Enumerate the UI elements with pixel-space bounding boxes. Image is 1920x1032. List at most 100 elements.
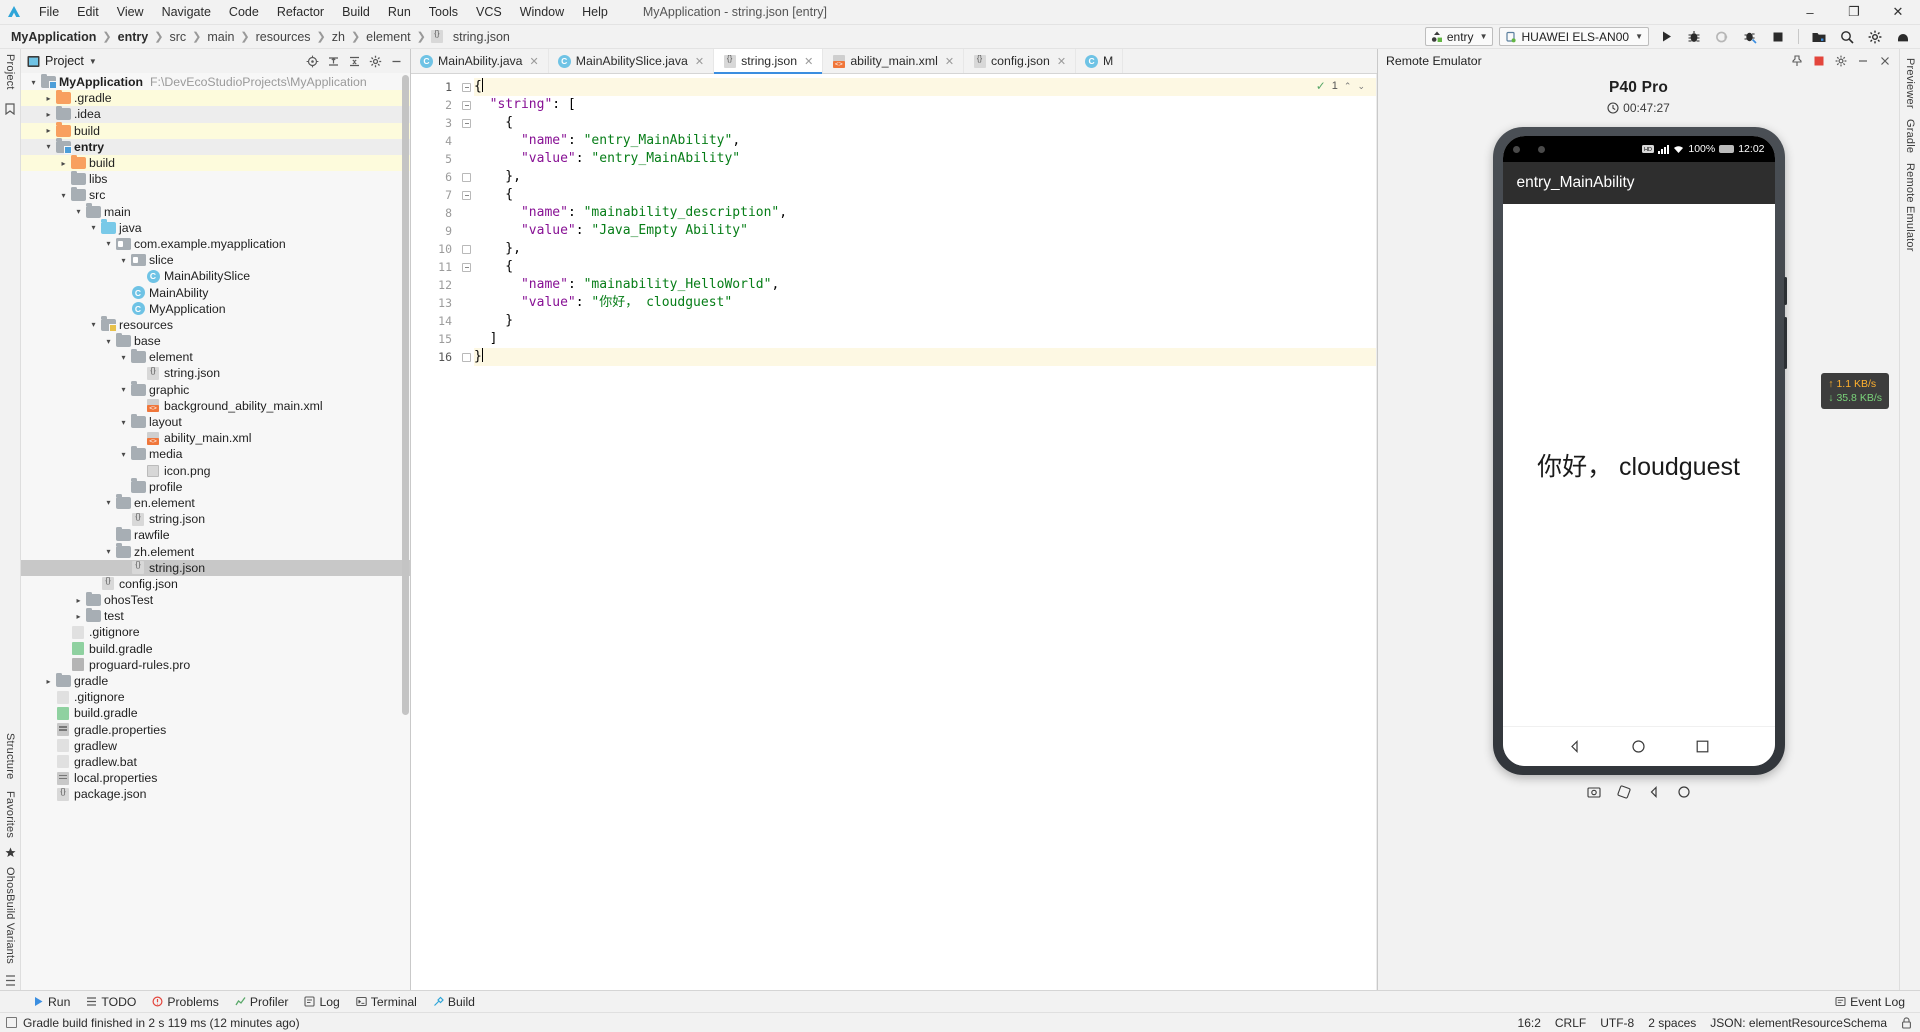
breadcrumb-main[interactable]: main (204, 29, 237, 45)
tree-node-gradlew-bat[interactable]: gradlew.bat (21, 754, 410, 770)
chevron-down-icon[interactable]: ▾ (117, 385, 130, 394)
toolwindow-run[interactable]: Run (26, 994, 77, 1010)
tree-node-gradle[interactable]: ▸ .gradle (21, 89, 410, 107)
home-icon[interactable] (1677, 785, 1691, 799)
fold-marker-open[interactable] (459, 114, 474, 132)
code-line[interactable]: { (474, 78, 1377, 96)
rail-item-remote-emulator[interactable]: Remote Emulator (1904, 158, 1916, 257)
fold-marker-open[interactable] (459, 96, 474, 114)
rail-item-project[interactable]: Project (4, 49, 16, 95)
rail-item-structure[interactable]: Structure (4, 728, 16, 784)
chevron-down-icon[interactable]: ▾ (117, 418, 130, 427)
inspection-widget[interactable]: ✓ 1 ⌃ ⌄ (1316, 79, 1365, 93)
toolwindow-build[interactable]: Build (426, 994, 482, 1010)
menu-code[interactable]: Code (220, 3, 268, 21)
tree-node-build-gradle[interactable]: build.gradle (21, 641, 410, 657)
code-line[interactable]: ] (474, 330, 1377, 348)
tree-node-gradle-properties[interactable]: gradle.properties (21, 722, 410, 738)
tree-node-rawfile[interactable]: rawfile (21, 526, 410, 543)
tree-node-en-element[interactable]: ▾ en.element (21, 494, 410, 511)
tree-node-src[interactable]: ▾ src (21, 186, 410, 203)
tree-node-layout[interactable]: ▾ layout (21, 413, 410, 430)
chevron-down-icon[interactable]: ▾ (57, 191, 70, 200)
editor-tab-config-json[interactable]: config.json ✕ (964, 49, 1077, 73)
breadcrumb-src[interactable]: src (166, 29, 189, 45)
chevron-down-icon[interactable]: ▾ (87, 320, 100, 329)
editor-tab-m[interactable]: CM (1076, 49, 1124, 73)
tree-node-base[interactable]: ▾ base (21, 332, 410, 349)
tree-node-ability-main-xml[interactable]: ability_main.xml (21, 430, 410, 446)
chevron-right-icon[interactable]: ▸ (72, 596, 85, 605)
close-button[interactable]: ✕ (1876, 0, 1920, 25)
screenshot-icon[interactable] (1586, 785, 1601, 799)
close-icon[interactable]: ✕ (1057, 55, 1066, 68)
tree-node-config-json[interactable]: config.json (21, 576, 410, 592)
file-encoding[interactable]: UTF-8 (1600, 1016, 1634, 1030)
code-line[interactable]: "string": [ (474, 96, 1377, 114)
breadcrumb-element[interactable]: element (363, 29, 413, 45)
editor-content[interactable]: 1 2 3 4 5 6 7 8 9 10 11 12 13 14 15 16 { "string": [ { … (411, 74, 1377, 990)
tree-node-package-json[interactable]: package.json (21, 786, 410, 802)
tree-node-element[interactable]: ▾ element (21, 348, 410, 365)
tree-node-myapplication[interactable]: ▾ MyApplication F:\DevEcoStudioProjects\My… (21, 73, 410, 90)
recents-icon[interactable] (1695, 739, 1710, 754)
breadcrumb-entry[interactable]: entry (115, 29, 152, 45)
chevron-down-icon[interactable]: ⌄ (1357, 81, 1365, 92)
code-folding-gutter[interactable] (459, 74, 474, 990)
menu-navigate[interactable]: Navigate (153, 3, 220, 21)
tree-node-gitignore[interactable]: .gitignore (21, 689, 410, 705)
rail-item-gradle[interactable]: Gradle (1904, 114, 1916, 158)
code-line[interactable]: "name": "mainability_description", (474, 204, 1377, 222)
menu-edit[interactable]: Edit (68, 3, 108, 21)
code-line[interactable]: "name": "mainability_HelloWorld", (474, 276, 1377, 294)
code-line[interactable]: { (474, 186, 1377, 204)
settings-icon[interactable] (365, 51, 385, 71)
code-line[interactable]: } (474, 312, 1377, 330)
chevron-right-icon[interactable]: ▸ (57, 159, 70, 168)
chevron-down-icon[interactable]: ▾ (102, 498, 115, 507)
fold-marker-close[interactable] (459, 168, 474, 186)
chevron-down-icon[interactable]: ▼ (89, 57, 97, 66)
code-text[interactable]: { "string": [ { "name": "entry_MainAbili… (474, 74, 1377, 990)
device-selector[interactable]: HUAWEI ELS-AN00 ▼ (1499, 27, 1649, 46)
chevron-right-icon[interactable]: ▸ (42, 126, 55, 135)
settings-icon[interactable] (1831, 51, 1851, 71)
collapse-all-icon[interactable] (344, 51, 364, 71)
tree-node-gradle[interactable]: ▸ gradle (21, 672, 410, 689)
chevron-down-icon[interactable]: ▾ (87, 223, 100, 232)
tree-node-mainability[interactable]: C MainAbility (21, 284, 410, 300)
attach-debugger-icon[interactable] (1711, 27, 1733, 47)
code-line[interactable]: "name": "entry_MainAbility", (474, 132, 1377, 150)
run-configuration-selector[interactable]: entry ▼ (1424, 27, 1494, 46)
editor-tab-mainabilityslice-java[interactable]: C MainAbilitySlice.java ✕ (549, 49, 715, 73)
menu-refactor[interactable]: Refactor (268, 3, 333, 21)
rail-item-favorites[interactable]: Favorites (4, 786, 16, 843)
hide-icon[interactable] (386, 51, 406, 71)
breadcrumb-myapplication[interactable]: MyApplication (8, 29, 99, 45)
breadcrumb-stringjson[interactable]: string.json (450, 29, 513, 45)
chevron-right-icon[interactable]: ▸ (72, 612, 85, 621)
toolwindow-todo[interactable]: TODO (79, 994, 143, 1010)
tree-node-graphic[interactable]: ▾ graphic (21, 381, 410, 398)
editor-tab-string-json[interactable]: string.json ✕ (714, 49, 824, 74)
maximize-button[interactable]: ❐ (1832, 0, 1876, 25)
run-icon[interactable] (1655, 27, 1677, 47)
code-line[interactable]: "value": "你好， cloudguest" (474, 294, 1377, 312)
chevron-down-icon[interactable]: ▾ (27, 78, 40, 87)
close-icon[interactable]: ✕ (945, 55, 954, 68)
code-line[interactable]: } (474, 348, 1377, 366)
tree-node-zh-element[interactable]: ▾ zh.element (21, 543, 410, 559)
tree-node-media[interactable]: ▾ media (21, 445, 410, 462)
tree-node-myapplication[interactable]: C MyApplication (21, 301, 410, 317)
caret-position[interactable]: 16:2 (1518, 1016, 1541, 1030)
chevron-up-icon[interactable]: ⌃ (1344, 81, 1352, 92)
tree-node-idea[interactable]: ▸ .idea (21, 105, 410, 123)
tree-node-build[interactable]: ▸ build (21, 154, 410, 172)
rail-item-ohosbuild-variants[interactable]: OhosBuild Variants (4, 862, 16, 969)
locate-icon[interactable] (302, 51, 322, 71)
tree-node-entry[interactable]: ▾ entry (21, 138, 410, 155)
menu-build[interactable]: Build (333, 3, 379, 21)
expand-all-icon[interactable] (323, 51, 343, 71)
tree-node-slice[interactable]: ▾ slice (21, 252, 410, 268)
chevron-down-icon[interactable]: ▾ (42, 142, 55, 151)
